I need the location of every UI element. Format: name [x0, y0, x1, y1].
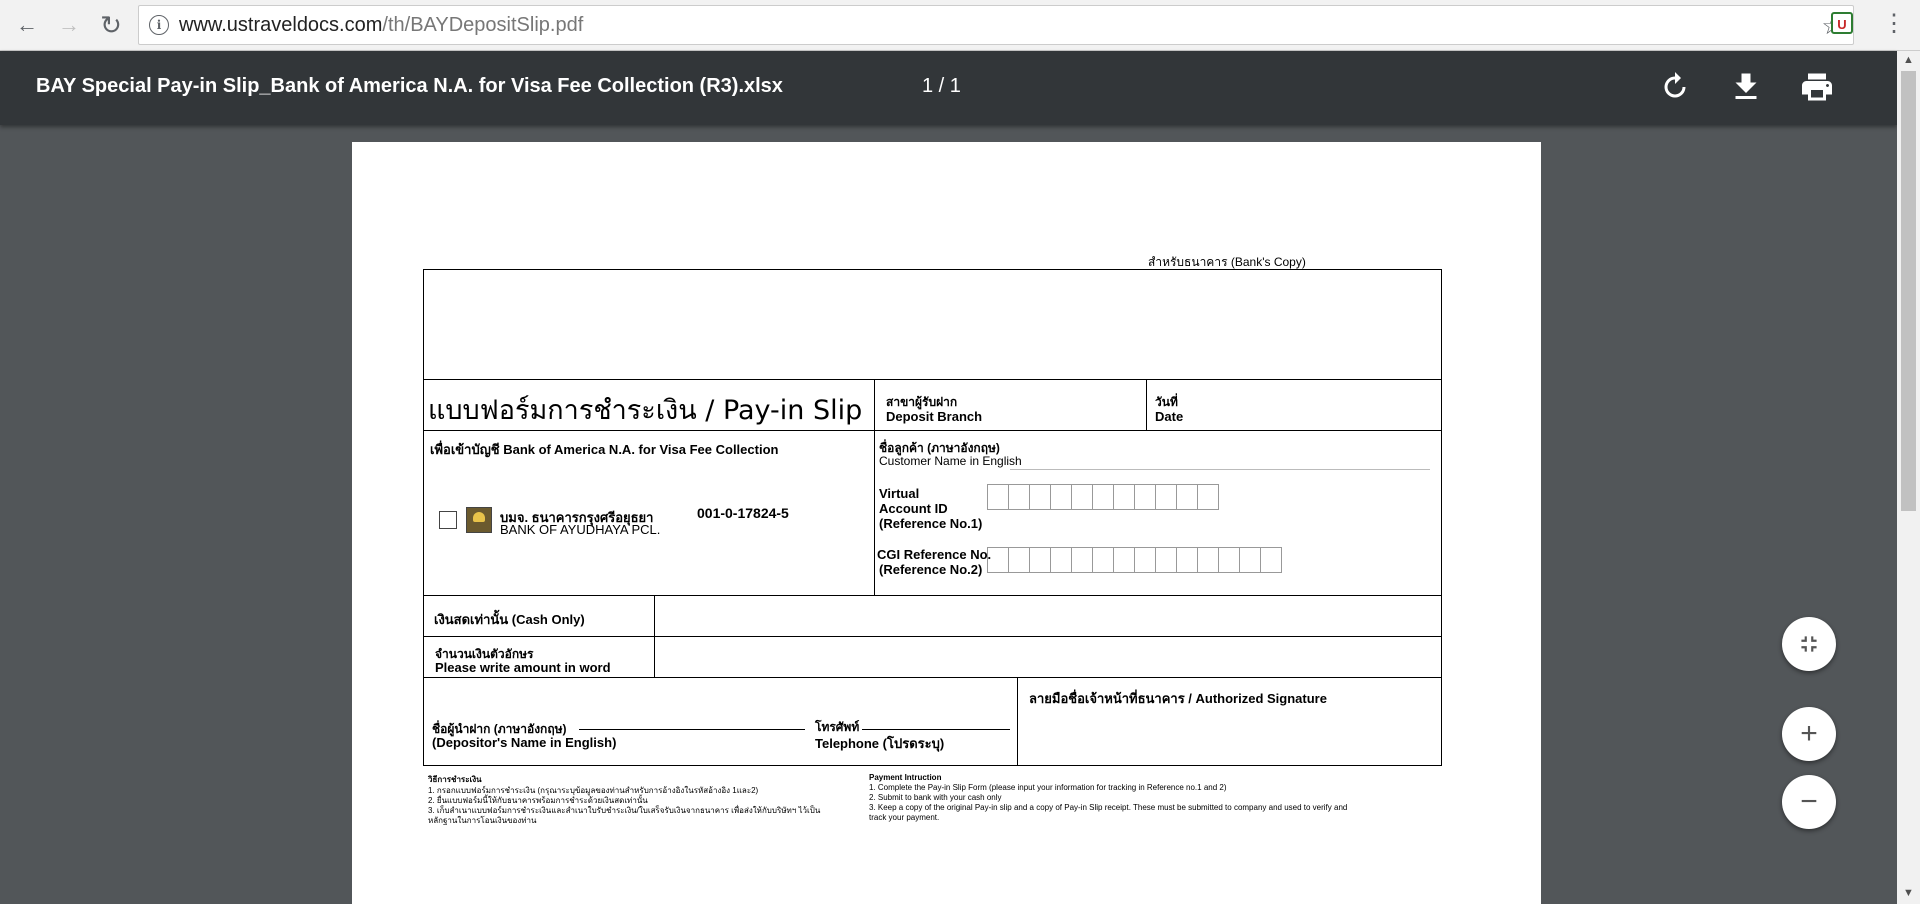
cgi-label-2: (Reference No.2)	[879, 562, 983, 577]
zoom-out-icon[interactable]: −	[1782, 775, 1836, 829]
divider	[874, 379, 875, 595]
scroll-thumb[interactable]	[1901, 71, 1916, 511]
date-label-en: Date	[1155, 409, 1184, 424]
thai-instruction-4: หลักฐานในการโอนเงินของท่าน	[428, 816, 537, 825]
fit-to-page-icon[interactable]	[1782, 617, 1836, 671]
branch-label-en: Deposit Branch	[886, 409, 983, 424]
krungsri-logo	[466, 507, 492, 533]
depositor-label-en: (Depositor's Name in English)	[432, 735, 617, 750]
download-icon[interactable]	[1728, 69, 1764, 105]
browser-menu-icon[interactable]: ⋮	[1882, 10, 1906, 38]
reload-icon[interactable]: ↻	[96, 10, 126, 40]
zoom-in-icon[interactable]: +	[1782, 707, 1836, 761]
divider	[423, 379, 1442, 380]
site-info-icon[interactable]: i	[149, 15, 169, 35]
address-bar[interactable]: i www.ustraveldocs.com/th/BAYDepositSlip…	[138, 5, 1854, 45]
cash-only-label: เงินสดเท่านั้น (Cash Only)	[434, 612, 585, 627]
english-instruction-4: track your payment.	[869, 813, 940, 822]
divider	[423, 595, 1442, 596]
english-instruction-1: 1. Complete the Pay-in Slip Form (please…	[869, 783, 1227, 792]
account-number: 001-0-17824-5	[697, 505, 789, 521]
english-instruction-2: 2. Submit to bank with your cash only	[869, 793, 1002, 802]
scroll-up-arrow-icon[interactable]: ▲	[1897, 51, 1920, 69]
cgi-label-1: CGI Reference No.	[877, 547, 992, 562]
vertical-scrollbar[interactable]: ▲ ▼	[1897, 51, 1920, 904]
english-instruction-3: 3. Keep a copy of the original Pay-in sl…	[869, 803, 1348, 812]
form-title: แบบฟอร์มการชำระเงิน / Pay-in Slip	[428, 395, 863, 426]
amount-word-label-en: Please write amount in word	[435, 660, 611, 675]
authorized-signature-label: ลายมือชื่อเจ้าหน้าที่ธนาคาร / Authorized…	[1029, 691, 1327, 706]
account-label: เพื่อเข้าบัญชี Bank of America N.A. for …	[430, 442, 779, 457]
back-icon[interactable]: ←	[12, 10, 42, 40]
url-path: /th/BAYDepositSlip.pdf	[382, 14, 584, 36]
browser-toolbar: ← → ↻ i www.ustraveldocs.com/th/BAYDepos…	[0, 0, 1920, 51]
virtual-label-3: (Reference No.1)	[879, 516, 983, 531]
customer-name-line[interactable]	[1010, 469, 1430, 470]
divider	[654, 595, 655, 677]
divider	[1017, 677, 1018, 766]
divider	[423, 636, 1442, 637]
scroll-down-arrow-icon[interactable]: ▼	[1897, 884, 1920, 902]
divider	[423, 677, 1442, 678]
telephone-line[interactable]	[862, 729, 1010, 730]
cgi-reference-boxes[interactable]	[987, 547, 1282, 573]
virtual-account-id-boxes[interactable]	[987, 484, 1219, 510]
pdf-viewer-toolbar: BAY Special Pay-in Slip_Bank of America …	[0, 51, 1897, 125]
telephone-label-en: Telephone (โปรดระบุ)	[815, 736, 945, 751]
url-host: www.ustraveldocs.com	[179, 14, 383, 36]
bank-name-en: BANK OF AYUDHAYA PCL.	[500, 522, 661, 537]
bank-checkbox[interactable]	[439, 511, 457, 529]
forward-icon[interactable]: →	[54, 10, 84, 40]
print-icon[interactable]	[1799, 69, 1835, 105]
page-indicator: 1 / 1	[922, 75, 961, 97]
rotate-icon[interactable]	[1657, 69, 1693, 105]
customer-label-en: Customer Name in English	[879, 454, 1022, 468]
url-text[interactable]: www.ustraveldocs.com/th/BAYDepositSlip.p…	[179, 14, 583, 37]
extension-shield-icon[interactable]: U	[1831, 12, 1853, 34]
depositor-name-line[interactable]	[579, 729, 805, 730]
document-title: BAY Special Pay-in Slip_Bank of America …	[36, 75, 783, 97]
virtual-label-1: Virtual	[879, 486, 920, 501]
virtual-label-2: Account ID	[879, 501, 948, 516]
pdf-page: สำหรับธนาคาร (Bank's Copy) แบบฟอร์มการชำ…	[352, 142, 1541, 904]
english-instructions-title: Payment Intruction	[869, 773, 942, 782]
divider	[1146, 379, 1147, 430]
